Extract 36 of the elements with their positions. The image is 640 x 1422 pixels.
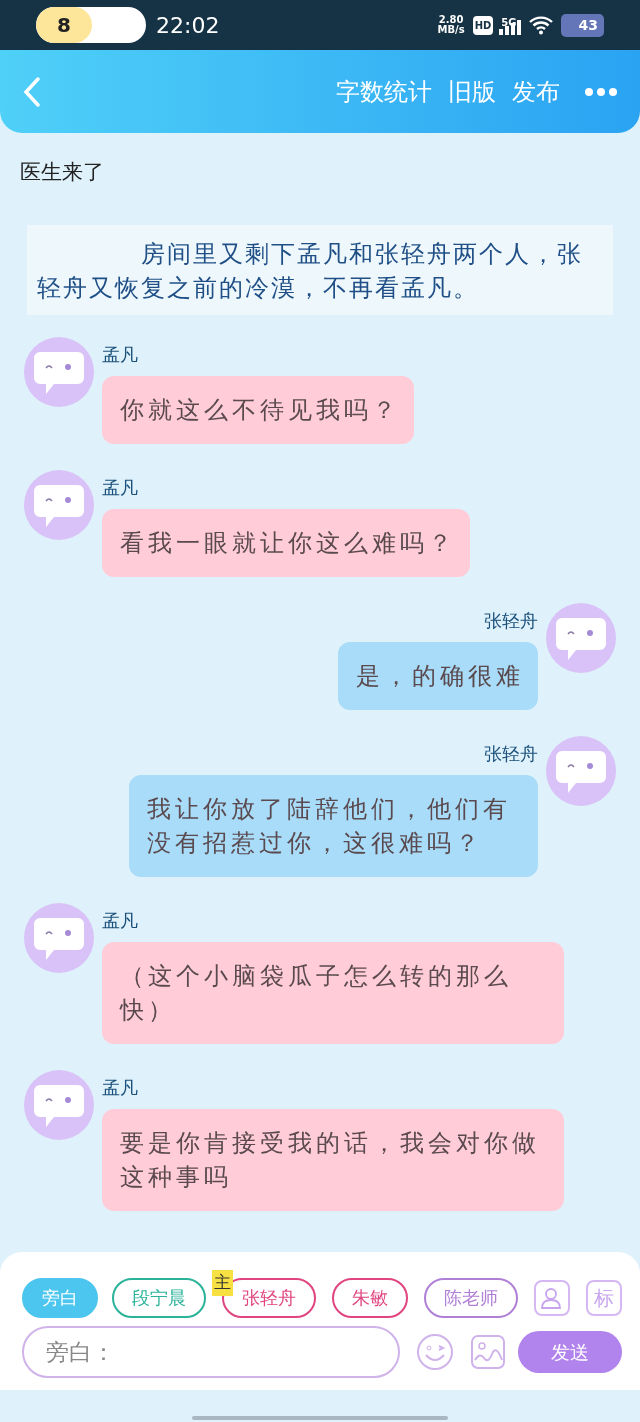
character-chip[interactable]: 陈老师 xyxy=(424,1278,518,1318)
sender-name: 孟凡 xyxy=(102,1075,138,1100)
message-bubble: 你就这么不待见我吗？ xyxy=(102,375,414,444)
sender-name: 孟凡 xyxy=(102,342,138,367)
image-icon[interactable] xyxy=(470,1334,506,1370)
sender-name: 张轻舟 xyxy=(484,741,538,766)
notification-pill: 8 xyxy=(36,7,146,43)
header-action[interactable]: 旧版 xyxy=(448,73,496,110)
message-bubble: 我让你放了陆辞他们，他们有没有招惹过你，这很难吗？ xyxy=(129,774,538,877)
message-bubble: （这个小脑袋瓜子怎么转的那么快） xyxy=(102,941,564,1044)
contact-icon[interactable] xyxy=(534,1280,570,1316)
character-chip[interactable]: 朱敏 xyxy=(332,1278,408,1318)
main-badge: 主 xyxy=(212,1270,233,1296)
back-button[interactable] xyxy=(22,75,42,108)
narration-text: 房间里又剩下孟凡和张轻舟两个人，张轻舟又恢复之前的冷漠，不再看孟凡。 xyxy=(27,224,613,315)
message-bubble: 要是你肯接受我的话，我会对你做这种事吗 xyxy=(102,1108,564,1211)
sender-name: 张轻舟 xyxy=(484,608,538,633)
emoji-icon[interactable] xyxy=(416,1333,454,1371)
message-input[interactable]: 旁白： xyxy=(22,1326,400,1378)
header-action[interactable]: 字数统计 xyxy=(336,73,432,110)
battery-indicator: 43 xyxy=(560,13,604,37)
hd-indicator: HD xyxy=(472,15,494,35)
tag-button[interactable]: 标 xyxy=(586,1280,622,1316)
message-bubble: 是，的确很难 xyxy=(338,641,538,710)
message-bubble: 看我一眼就让你这么难吗？ xyxy=(102,508,470,577)
send-button[interactable]: 发送 xyxy=(518,1331,622,1373)
status-time: 22:02 xyxy=(156,11,220,40)
sender-name: 孟凡 xyxy=(102,475,138,500)
character-chip[interactable]: 段宁晨 xyxy=(112,1278,206,1318)
wifi-icon xyxy=(528,15,553,35)
network-speed: 2.80 MB/s xyxy=(437,15,465,35)
chapter-title: 医生来了 xyxy=(19,159,105,186)
sender-name: 孟凡 xyxy=(102,908,138,933)
character-chip[interactable]: 旁白 xyxy=(22,1278,98,1318)
header-action[interactable]: 发布 xyxy=(512,73,560,110)
more-icon[interactable] xyxy=(584,86,618,97)
